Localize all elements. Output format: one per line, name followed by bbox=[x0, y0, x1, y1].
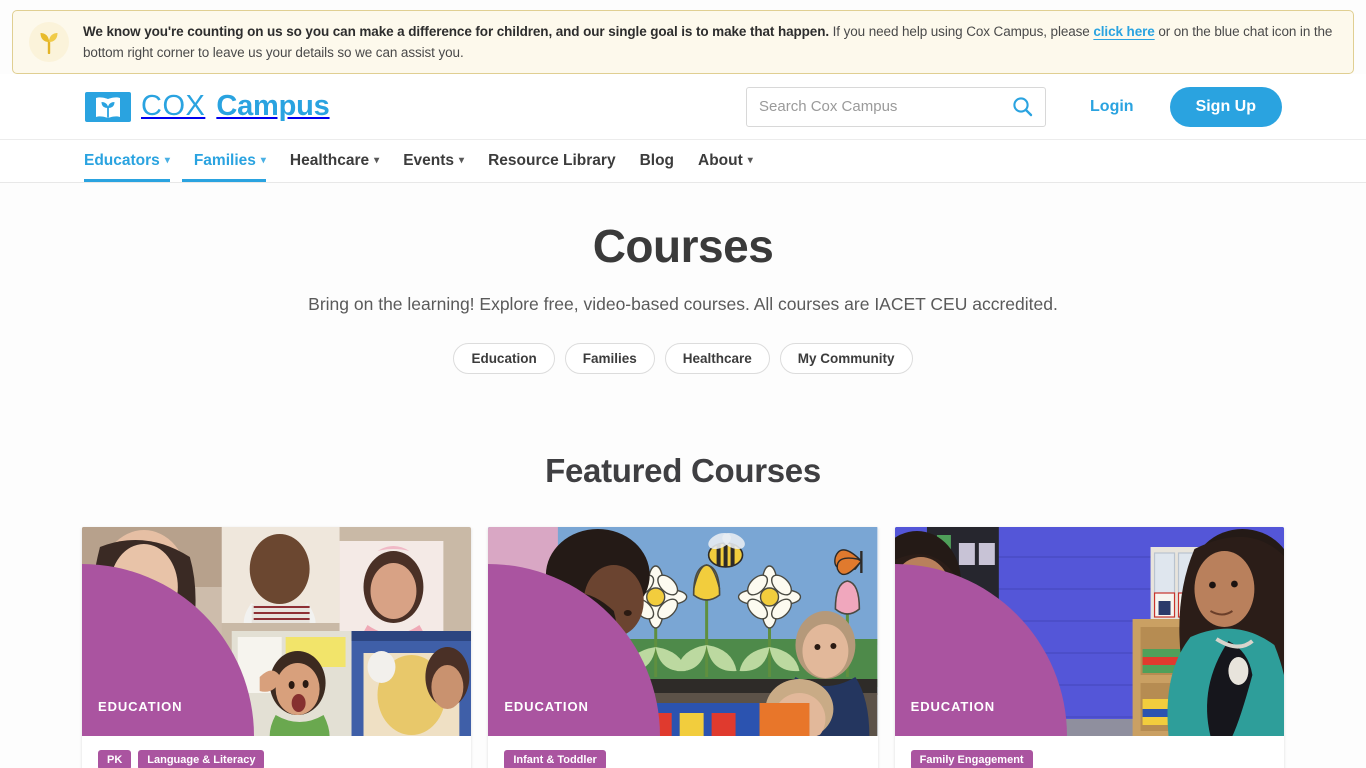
book-sprout-logo-icon bbox=[84, 90, 132, 124]
featured-courses-heading: Featured Courses bbox=[545, 452, 821, 490]
nav-item-educators[interactable]: Educators ▾ bbox=[84, 140, 182, 182]
announcement-banner: We know you're counting on us so you can… bbox=[12, 10, 1354, 74]
signup-button[interactable]: Sign Up bbox=[1169, 86, 1282, 127]
chevron-down-icon: ▾ bbox=[260, 155, 266, 166]
chevron-down-icon: ▾ bbox=[374, 155, 380, 166]
page-title: Courses bbox=[592, 220, 774, 272]
nav-item-resource-library[interactable]: Resource Library bbox=[476, 140, 628, 182]
nav-label-about: About bbox=[698, 152, 743, 169]
course-card-body: Family Engagement bbox=[895, 736, 1284, 768]
course-card-image: EDUCATION bbox=[894, 527, 1284, 737]
hero-section: Courses Bring on the learning! Explore f… bbox=[0, 183, 1366, 375]
site-logo[interactable]: COX Campus bbox=[84, 90, 330, 124]
course-category-label: EDUCATION bbox=[504, 699, 589, 715]
course-category-label: EDUCATION bbox=[910, 699, 996, 715]
course-card-body: PK Language & Literacy bbox=[82, 736, 471, 768]
course-card[interactable]: EDUCATION Family Engagement bbox=[894, 527, 1284, 768]
course-tag[interactable]: Language & Literacy bbox=[138, 750, 265, 768]
site-header: COX Campus Login Sign Up bbox=[0, 74, 1366, 139]
page-subtitle: Bring on the learning! Explore free, vid… bbox=[308, 294, 1058, 315]
chevron-down-icon: ▾ bbox=[164, 155, 170, 166]
nav-label-resource-library: Resource Library bbox=[488, 152, 616, 169]
nav-label-blog: Blog bbox=[639, 152, 675, 169]
nav-label-families: Families bbox=[193, 152, 256, 169]
filter-pill-my-community[interactable]: My Community bbox=[779, 343, 913, 375]
course-tag-list: Infant & Toddler bbox=[504, 750, 861, 768]
course-tag-list: PK Language & Literacy bbox=[98, 750, 455, 768]
nav-item-blog[interactable]: Blog bbox=[628, 140, 686, 182]
logo-text-campus: Campus bbox=[216, 90, 330, 122]
course-card[interactable]: EDUCATION Infant & Toddler bbox=[488, 527, 878, 768]
search-input[interactable] bbox=[759, 98, 1007, 115]
nav-item-events[interactable]: Events ▾ bbox=[391, 140, 476, 182]
filter-pill-education[interactable]: Education bbox=[453, 343, 555, 375]
category-filter-group: Education Families Healthcare My Communi… bbox=[0, 343, 1366, 375]
main-navigation: Educators ▾ Families ▾ Healthcare ▾ Even… bbox=[0, 139, 1366, 183]
course-card-body: Infant & Toddler bbox=[488, 736, 877, 768]
announcement-click-here-link[interactable]: click here bbox=[1093, 24, 1154, 39]
course-tag[interactable]: PK bbox=[98, 750, 132, 768]
filter-pill-healthcare[interactable]: Healthcare bbox=[664, 343, 770, 375]
course-category-label: EDUCATION bbox=[98, 699, 183, 715]
course-tag[interactable]: Infant & Toddler bbox=[504, 750, 606, 768]
course-card[interactable]: EDUCATION PK Language & Literacy bbox=[82, 527, 472, 768]
nav-item-healthcare[interactable]: Healthcare ▾ bbox=[278, 140, 391, 182]
nav-item-families[interactable]: Families ▾ bbox=[181, 140, 278, 182]
nav-label-events: Events bbox=[403, 152, 455, 169]
announcement-text-before-link: If you need help using Cox Campus, pleas… bbox=[829, 24, 1094, 39]
course-tag[interactable]: Family Engagement bbox=[910, 750, 1033, 768]
nav-item-about[interactable]: About ▾ bbox=[686, 140, 765, 182]
announcement-text: We know you're counting on us so you can… bbox=[83, 21, 1337, 63]
featured-courses-list: EDUCATION PK Language & Literacy EDUCATI… bbox=[0, 527, 1366, 768]
search-icon[interactable] bbox=[1006, 96, 1033, 117]
announcement-banner-wrapper: We know you're counting on us so you can… bbox=[0, 0, 1366, 74]
search-box[interactable] bbox=[746, 86, 1047, 127]
sprout-icon bbox=[29, 22, 69, 62]
chevron-down-icon: ▾ bbox=[747, 155, 753, 166]
course-card-image: EDUCATION bbox=[82, 527, 472, 737]
chevron-down-icon: ▾ bbox=[459, 155, 465, 166]
nav-label-educators: Educators bbox=[84, 152, 160, 169]
course-tag-list: Family Engagement bbox=[910, 750, 1268, 768]
course-card-image: EDUCATION bbox=[488, 527, 878, 737]
filter-pill-families[interactable]: Families bbox=[564, 343, 655, 375]
nav-label-healthcare: Healthcare bbox=[289, 152, 370, 169]
header-actions: Login Sign Up bbox=[746, 86, 1282, 127]
login-link[interactable]: Login bbox=[1090, 98, 1134, 116]
announcement-bold-text: We know you're counting on us so you can… bbox=[83, 24, 829, 39]
logo-text-cox: COX bbox=[141, 90, 206, 122]
